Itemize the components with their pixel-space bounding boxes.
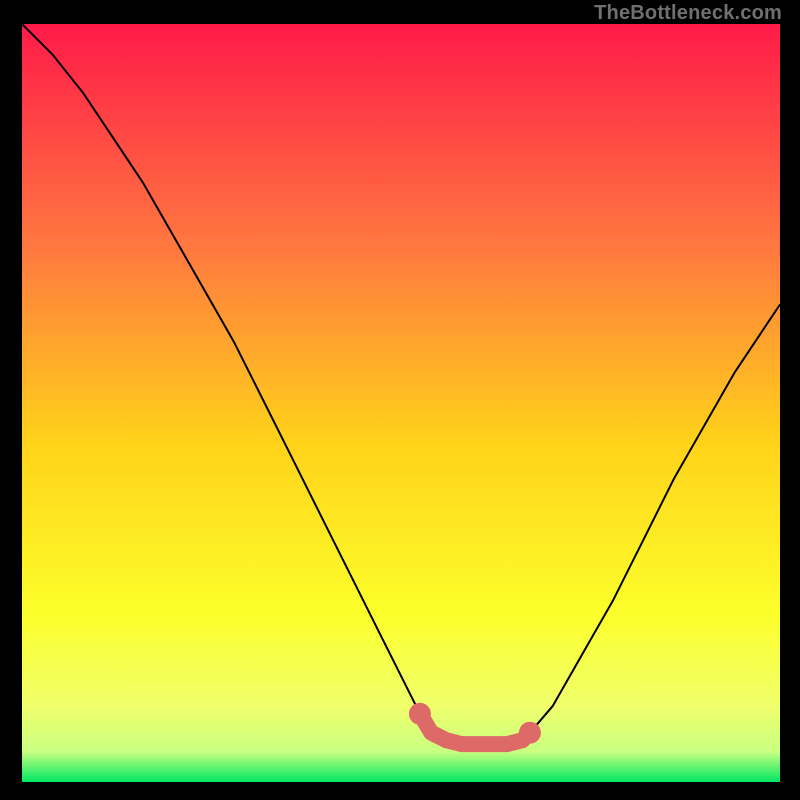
min-region-end-lobe (519, 722, 541, 744)
plot-background (22, 24, 780, 782)
chart-canvas (0, 0, 800, 800)
watermark-text: TheBottleneck.com (594, 2, 782, 25)
min-region-start-lobe (409, 703, 431, 725)
chart-stage: TheBottleneck.com (0, 0, 800, 800)
